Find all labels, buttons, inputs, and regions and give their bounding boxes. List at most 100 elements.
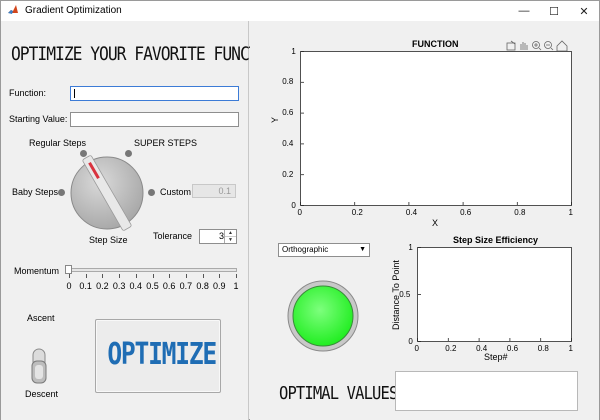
momentum-tick [135,274,137,278]
maximize-button[interactable]: ☐ [539,1,569,21]
optimal-values-label: OPTIMAL VALUES: [279,383,407,404]
x-tick-label: 0 [414,344,419,353]
ascent-label: Ascent [27,313,55,323]
minimize-button[interactable]: — [509,1,539,21]
zoom-out-icon[interactable] [544,41,554,51]
x-tick-label: 0.2 [445,344,457,353]
x-tick-label: 0.8 [514,208,526,217]
tolerance-spinner-buttons: ▲ ▼ [224,230,236,243]
step-size-label: Step Size [89,235,128,245]
momentum-tick [152,274,154,278]
app-heading: OPTIMIZE YOUR FAVORITE FUNCTION [11,43,285,65]
optimize-button-label: OPTIMIZE [107,337,217,372]
axes-frame [300,51,572,206]
x-tick-label: 0.4 [405,208,418,217]
ascent-descent-toggle[interactable] [30,347,48,385]
x-tick-label: 1 [568,344,573,353]
momentum-slider-track[interactable] [69,268,237,272]
function-plot-ylabel: Y [270,116,280,123]
function-input[interactable] [70,86,239,101]
axes-frame [417,247,572,342]
spinner-down-icon[interactable]: ▼ [225,236,236,243]
y-tick-label: 0 [291,200,296,210]
text-caret [74,89,75,98]
function-plot-title: FUNCTION [412,39,459,49]
momentum-tick [69,274,70,278]
momentum-tick [85,274,87,278]
home-icon[interactable] [556,40,568,52]
x-tick-label: 0.6 [460,208,472,217]
momentum-tick-label: 0.5 [146,281,159,291]
optimize-button[interactable]: OPTIMIZE [95,319,221,393]
function-plot-axes [300,51,572,206]
x-tick-label: 0 [297,208,302,217]
app-window: Gradient Optimization — ☐ ✕ OPTIMIZE YOU… [0,0,600,420]
optimal-values-output [395,371,578,411]
minimize-icon: — [518,5,530,17]
knob-regular-steps-label: Regular Steps [29,138,87,148]
x-tick-label: 1 [568,208,573,217]
y-tick-label: 0.8 [282,77,294,87]
controls-panel: OPTIMIZE YOUR FAVORITE FUNCTION Function… [1,21,285,420]
custom-step-input[interactable]: 0.1 [192,184,236,198]
knob-custom-label: Custom [160,187,192,197]
y-tick-label: 0.4 [282,138,294,148]
export-icon[interactable] [506,40,516,51]
close-button[interactable]: ✕ [569,1,599,21]
y-tick-label: 0 [408,336,413,346]
efficiency-plot-title: Step Size Efficiency [453,235,539,245]
tolerance-spinner[interactable]: 3 ▲ ▼ [199,229,237,244]
descent-label: Descent [25,389,59,399]
zoom-in-icon[interactable] [532,41,542,51]
momentum-tick [185,274,187,278]
momentum-tick-label: 0.2 [96,281,109,291]
momentum-tick [119,274,121,278]
projection-dropdown[interactable]: Orthographic ▼ [278,243,370,257]
momentum-tick-label: 0 [66,281,72,291]
momentum-tick [202,274,204,278]
x-tick-label: 0.8 [537,344,549,353]
tolerance-label: Tolerance [153,231,193,241]
function-plot[interactable] [300,51,572,206]
knob-custom-marker [148,189,155,196]
x-tick-label: 0.2 [351,208,363,217]
momentum-ticks [69,274,237,279]
starting-value-label: Starting Value: [9,114,68,124]
efficiency-plot-axes [417,247,572,342]
efficiency-plot-ylabel: Distance To Point [391,260,401,330]
momentum-tick-label: 0.8 [196,281,209,291]
momentum-tick [236,274,237,278]
y-tick-label: 1 [291,46,296,56]
momentum-slider-thumb[interactable] [65,265,72,274]
function-plot-xlabel: X [432,218,439,228]
knob-dial-icon [70,155,144,231]
window-title: Gradient Optimization [25,5,122,16]
y-tick-label: 0.2 [282,169,294,179]
momentum-tick-label: 0.6 [162,281,176,291]
momentum-label: Momentum [14,266,60,276]
step-size-knob[interactable] [69,155,145,231]
function-label: Function: [9,88,47,98]
knob-baby-steps-marker [58,189,65,196]
momentum-tick [102,274,104,278]
toggle-switch-icon [31,348,47,384]
pan-hand-icon[interactable] [520,42,528,50]
momentum-tick [169,274,171,278]
knob-baby-steps-label: Baby Steps [12,187,59,197]
tolerance-value: 3 [218,231,224,241]
projection-selected: Orthographic [282,245,329,254]
momentum-tick-label: 1 [233,281,239,291]
y-tick-label: 0.6 [282,108,294,118]
title-bar: Gradient Optimization — ☐ ✕ [1,1,599,21]
momentum-tick-label: 0.3 [112,281,126,291]
maximize-icon: ☐ [549,5,559,18]
efficiency-plot[interactable] [417,247,572,342]
momentum-tick-label: 0.7 [179,281,193,291]
dropdown-arrow-icon: ▼ [359,246,366,253]
starting-value-input[interactable] [70,112,239,127]
momentum-tick-label: 0.4 [129,281,143,291]
matlab-icon [8,5,18,14]
y-tick-label: 1 [408,242,413,252]
efficiency-plot-xlabel: Step# [484,352,508,362]
knob-super-steps-label: SUPER STEPS [134,138,198,148]
